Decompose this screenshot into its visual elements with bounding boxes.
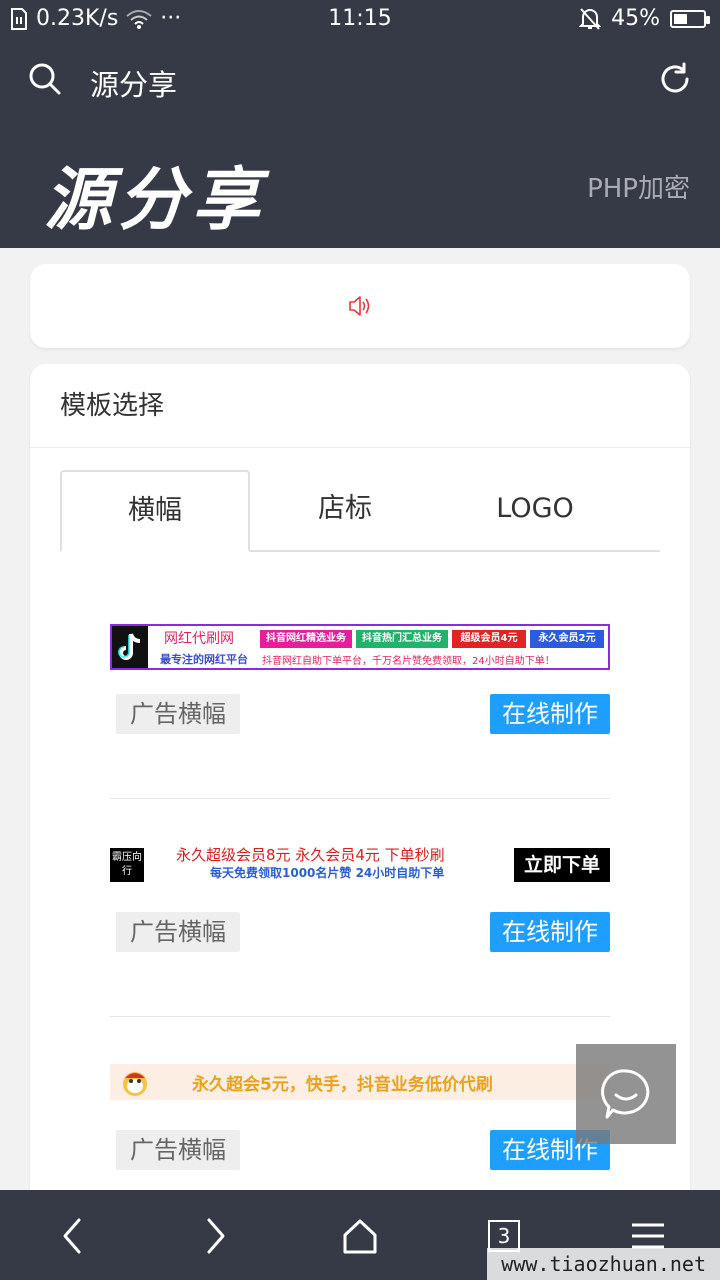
- search-icon[interactable]: [28, 62, 62, 96]
- site-header: 源分享 PHP加密: [0, 124, 720, 248]
- banner-chip: 抖音网红精选业务: [260, 630, 352, 648]
- banner-cta: 立即下单: [514, 848, 610, 882]
- refresh-icon[interactable]: [658, 62, 692, 96]
- battery-icon: [670, 9, 710, 28]
- banner-image[interactable]: 网红代刷网 最专注的网红平台 抖音网红精选业务 抖音热门汇总业务 超级会员4元 …: [110, 624, 610, 670]
- banner-chip: 永久会员2元: [530, 630, 604, 648]
- divider: [110, 798, 610, 799]
- banner-site-name: 网红代刷网: [164, 631, 234, 647]
- home-button[interactable]: [336, 1212, 384, 1260]
- home-icon: [343, 1219, 377, 1254]
- make-online-button[interactable]: 在线制作: [490, 912, 610, 952]
- back-button[interactable]: [48, 1212, 96, 1260]
- banner-image[interactable]: 霸压向行 永久超级会员8元 永久会员4元 下单秒刷 每天免费领取1000名片赞 …: [110, 842, 610, 888]
- banner-template-3: 永久超会5元，快手，抖音业务低价代刷 广告横幅 在线制作: [110, 1064, 610, 1170]
- notice-card: [30, 264, 690, 348]
- chevron-right-icon: [207, 1218, 225, 1254]
- browser-bottom-nav: 3 www.tiaozhuan.net: [0, 1190, 720, 1280]
- chat-bubble-icon: [601, 1069, 650, 1119]
- chat-button[interactable]: [576, 1044, 676, 1144]
- banner-headline: 永久超级会员8元 永久会员4元 下单秒刷: [176, 846, 445, 864]
- battery-percent: 45%: [611, 6, 660, 31]
- divider: [110, 1016, 610, 1017]
- tab-banner[interactable]: 横幅: [60, 470, 250, 552]
- banner-template-1: 网红代刷网 最专注的网红平台 抖音网红精选业务 抖音热门汇总业务 超级会员4元 …: [110, 624, 610, 734]
- status-bar: 0.23K/s ··· 11:15 45%: [0, 0, 720, 40]
- banner-text: 永久超会5元，快手，抖音业务低价代刷: [192, 1075, 493, 1095]
- tab-logo[interactable]: LOGO: [440, 470, 630, 552]
- browser-page-title[interactable]: 源分享: [90, 62, 177, 104]
- banner-template-2: 霸压向行 永久超级会员8元 永久会员4元 下单秒刷 每天免费领取1000名片赞 …: [110, 842, 610, 952]
- template-tabs: 横幅 店标 LOGO: [60, 470, 660, 552]
- mascot-icon: [123, 1072, 147, 1096]
- browser-toolbar: 源分享: [0, 40, 720, 124]
- tiktok-logo: [112, 626, 148, 668]
- mute-bell-icon: [579, 7, 602, 30]
- banner-slogan: 最专注的网红平台: [160, 653, 248, 666]
- tab-shop-logo[interactable]: 店标: [250, 470, 440, 552]
- card-title: 模板选择: [30, 364, 690, 448]
- banner-description: 抖音网红自助下单平台，千万名片赞免费领取，24小时自助下单！: [262, 656, 555, 667]
- banner-type-tag: 广告横幅: [116, 1130, 240, 1170]
- banner-subline: 每天免费领取1000名片赞 24小时自助下单: [210, 866, 445, 880]
- forward-button[interactable]: [192, 1212, 240, 1260]
- banner-seal: 霸压向行: [110, 848, 144, 882]
- make-online-button[interactable]: 在线制作: [490, 694, 610, 734]
- banner-chip: 超级会员4元: [452, 630, 526, 648]
- banner-type-tag: 广告横幅: [116, 912, 240, 952]
- menu-icon: [632, 1223, 664, 1249]
- site-logo[interactable]: 源分享: [44, 144, 266, 243]
- site-watermark: www.tiaozhuan.net: [487, 1248, 720, 1280]
- banner-image[interactable]: 永久超会5元，快手，抖音业务低价代刷: [110, 1064, 610, 1100]
- banner-chip: 抖音热门汇总业务: [356, 630, 448, 648]
- banner-type-tag: 广告横幅: [116, 694, 240, 734]
- speaker-icon: [349, 296, 370, 316]
- status-right: 45%: [579, 6, 710, 31]
- php-encrypt-link[interactable]: PHP加密: [587, 168, 690, 205]
- chevron-left-icon: [63, 1218, 81, 1254]
